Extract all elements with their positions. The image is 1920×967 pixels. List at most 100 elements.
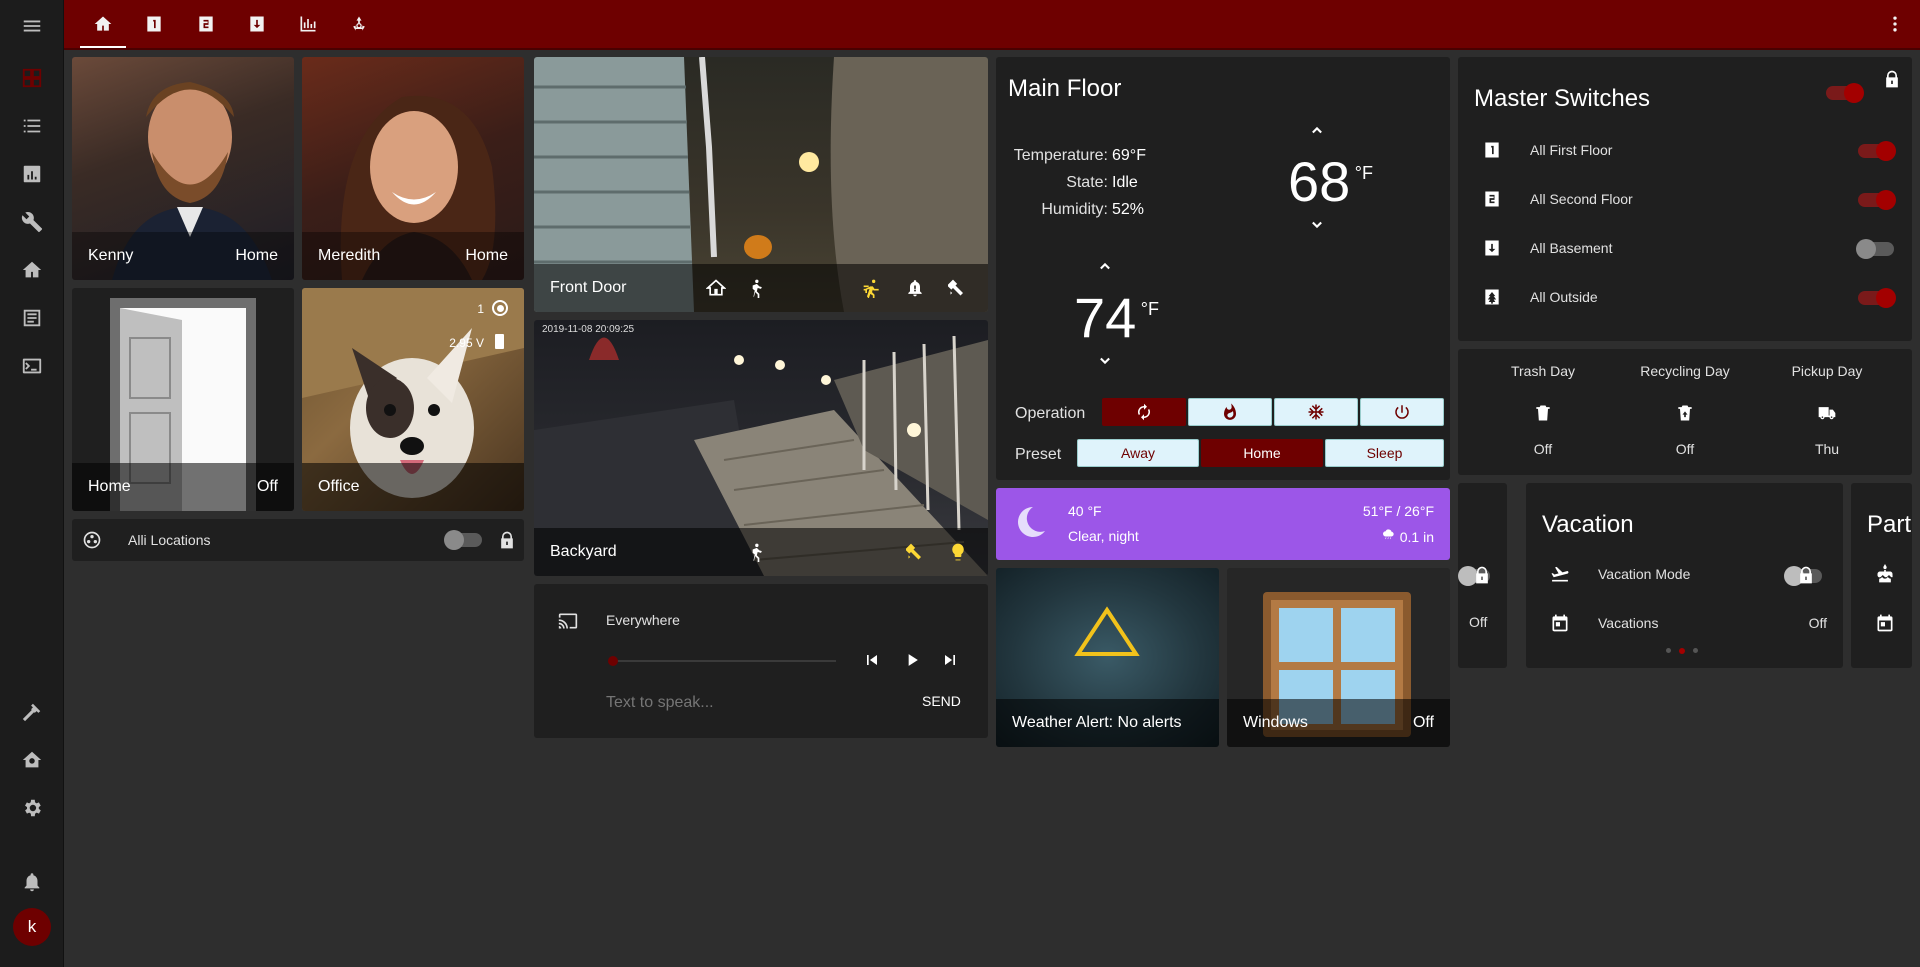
low-up-icon[interactable] bbox=[1095, 256, 1115, 276]
home-icon bbox=[93, 14, 113, 34]
lovelace-icon[interactable] bbox=[12, 58, 52, 98]
front-door-bar: Front Door bbox=[534, 264, 988, 312]
tab-home[interactable] bbox=[78, 0, 128, 48]
low-down-icon[interactable] bbox=[1095, 351, 1115, 371]
cast-icon[interactable] bbox=[558, 611, 578, 631]
volume-slider-knob[interactable] bbox=[608, 656, 618, 666]
weather-alert-label: Weather Alert: No alerts bbox=[1012, 714, 1182, 731]
tab-recycle[interactable] bbox=[334, 0, 384, 48]
weather-alert-card[interactable]: Weather Alert: No alerts bbox=[996, 568, 1219, 747]
high-setpoint-unit: °F bbox=[1354, 163, 1373, 183]
windows-card[interactable]: Windows Off bbox=[1227, 568, 1450, 747]
low-setpoint: 74 °F bbox=[1074, 285, 1159, 350]
low-setpoint-unit: °F bbox=[1140, 299, 1159, 319]
high-up-icon[interactable] bbox=[1307, 120, 1327, 140]
lock-icon[interactable] bbox=[497, 530, 517, 550]
floor-1-icon bbox=[1482, 140, 1502, 160]
config-icon[interactable] bbox=[12, 202, 52, 242]
home-gear-icon[interactable] bbox=[12, 740, 52, 780]
kenny-status-bar: Kenny Home bbox=[72, 232, 294, 280]
hammer-icon[interactable] bbox=[12, 692, 52, 732]
avatar[interactable]: k bbox=[13, 908, 51, 946]
pickup-day-label: Pickup Day bbox=[1791, 363, 1863, 379]
mode-off-button[interactable] bbox=[1360, 398, 1444, 426]
terminal-icon[interactable] bbox=[12, 346, 52, 386]
run-icon[interactable] bbox=[862, 278, 882, 298]
pickup-day-state: Thu bbox=[1814, 441, 1840, 457]
tab-basement[interactable] bbox=[232, 0, 282, 48]
settings-icon[interactable] bbox=[12, 788, 52, 828]
tab-floor-2[interactable] bbox=[181, 0, 231, 48]
bell-alert-icon[interactable] bbox=[905, 278, 925, 298]
office-card[interactable]: 1 2.95 V Office bbox=[302, 288, 524, 511]
person-card-kenny[interactable]: Kenny Home bbox=[72, 57, 294, 280]
skip-next-icon[interactable] bbox=[940, 650, 960, 670]
snowflake-icon bbox=[1307, 403, 1325, 421]
weather-card[interactable]: 40 °F Clear, night 51°F / 26°F 0.1 in bbox=[996, 488, 1450, 560]
flashlight-icon[interactable] bbox=[948, 278, 968, 298]
floor-2-icon bbox=[1482, 189, 1502, 209]
master-first-floor-toggle[interactable] bbox=[1858, 141, 1896, 161]
trash-can-icon[interactable] bbox=[1533, 403, 1553, 423]
menu-icon[interactable] bbox=[12, 6, 52, 46]
more-menu-icon[interactable] bbox=[1870, 0, 1920, 48]
map-marker-icon bbox=[82, 530, 102, 550]
volume-slider[interactable] bbox=[608, 656, 836, 666]
person-name: Meredith bbox=[318, 247, 381, 264]
master-all-toggle[interactable] bbox=[1826, 83, 1864, 103]
home-icon[interactable] bbox=[12, 250, 52, 290]
history-icon[interactable] bbox=[12, 154, 52, 194]
tab-floor-1[interactable] bbox=[129, 0, 179, 48]
high-setpoint: 68 °F bbox=[1288, 149, 1373, 214]
lock-icon[interactable] bbox=[1796, 565, 1816, 585]
meredith-status-bar: Meredith Home bbox=[302, 232, 524, 280]
logbook-icon[interactable] bbox=[12, 106, 52, 146]
media-title: Everywhere bbox=[606, 612, 680, 628]
recycle-icon bbox=[349, 14, 369, 34]
preset-home-label: Home bbox=[1243, 445, 1281, 461]
walk-icon[interactable] bbox=[746, 278, 766, 298]
send-button[interactable]: SEND bbox=[922, 693, 961, 709]
high-down-icon[interactable] bbox=[1307, 215, 1327, 235]
office-battery: 2.95 V bbox=[449, 336, 484, 350]
tab-history[interactable] bbox=[283, 0, 333, 48]
truck-icon[interactable] bbox=[1817, 403, 1837, 423]
lock-icon[interactable] bbox=[1882, 69, 1902, 89]
lightbulb-icon[interactable] bbox=[948, 542, 968, 562]
backyard-timestamp: 2019-11-08 20:09:25 bbox=[542, 324, 635, 335]
carousel-dots[interactable] bbox=[1666, 648, 1698, 654]
master-basement-toggle[interactable] bbox=[1856, 239, 1894, 259]
chart-icon bbox=[298, 14, 318, 34]
master-outside-toggle[interactable] bbox=[1858, 288, 1896, 308]
sidebar: k bbox=[0, 0, 64, 967]
master-second-floor-toggle[interactable] bbox=[1858, 190, 1896, 210]
home-icon[interactable] bbox=[706, 278, 726, 298]
preset-label: Preset bbox=[1015, 446, 1062, 463]
person-card-meredith[interactable]: Meredith Home bbox=[302, 57, 524, 280]
mode-auto-button[interactable] bbox=[1102, 398, 1186, 426]
lock-icon[interactable] bbox=[1472, 565, 1492, 585]
preset-home-button[interactable]: Home bbox=[1201, 439, 1323, 467]
skip-previous-icon[interactable] bbox=[862, 650, 882, 670]
master-item-label: All Outside bbox=[1530, 289, 1598, 305]
operation-label: Operation bbox=[1015, 405, 1086, 422]
door-card[interactable]: Home Off bbox=[72, 288, 294, 511]
flashlight-icon[interactable] bbox=[906, 542, 926, 562]
walk-icon[interactable] bbox=[746, 542, 766, 562]
mode-cool-button[interactable] bbox=[1274, 398, 1358, 426]
backyard-camera[interactable]: 2019-11-08 20:09:25 Backyard bbox=[534, 320, 988, 576]
play-icon[interactable] bbox=[902, 650, 922, 670]
tts-input[interactable] bbox=[606, 690, 906, 716]
bell-icon[interactable] bbox=[12, 862, 52, 902]
front-door-camera[interactable]: Front Door bbox=[534, 57, 988, 312]
recycle-bin-icon[interactable] bbox=[1675, 403, 1695, 423]
alli-locations-toggle[interactable] bbox=[444, 530, 482, 550]
preset-sleep-button[interactable]: Sleep bbox=[1325, 439, 1444, 467]
partial-left-state: Off bbox=[1469, 614, 1488, 630]
office-name: Office bbox=[318, 478, 360, 495]
mode-heat-button[interactable] bbox=[1188, 398, 1272, 426]
preset-away-button[interactable]: Away bbox=[1077, 439, 1199, 467]
motion-sensor-icon bbox=[492, 300, 508, 316]
list-icon[interactable] bbox=[12, 298, 52, 338]
temperature-label: Temperature: bbox=[1013, 147, 1108, 164]
